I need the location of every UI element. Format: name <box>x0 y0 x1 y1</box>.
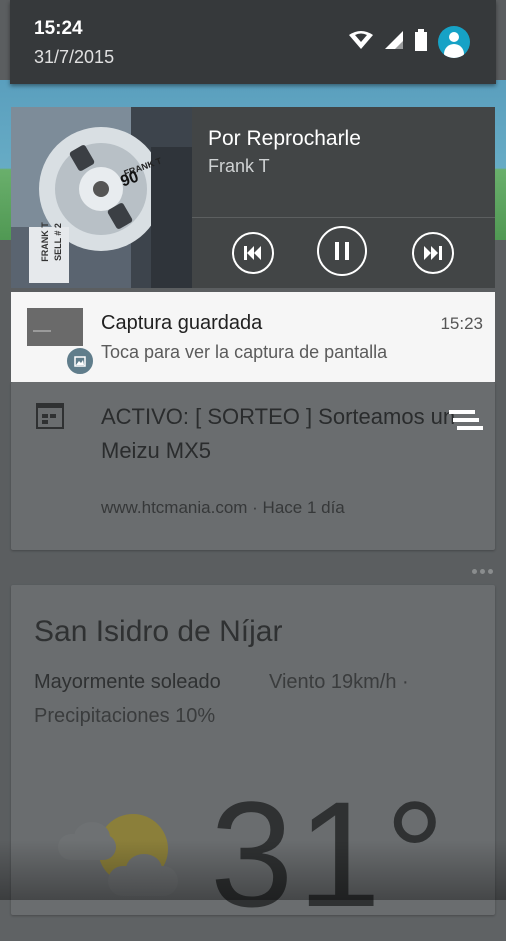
status-time: 15:24 <box>34 18 83 39</box>
album-art-text: SELL # 2 <box>52 223 63 261</box>
user-avatar-icon[interactable] <box>438 26 470 58</box>
battery-icon <box>414 28 428 56</box>
previous-icon[interactable] <box>232 232 274 274</box>
calendar-icon <box>36 403 64 429</box>
overflow-list-icon[interactable] <box>449 408 483 434</box>
album-art: FRANK T 90 FRANK T SELL # 2 <box>11 107 192 288</box>
album-art-text: FRANK T <box>39 222 50 262</box>
wifi-icon <box>348 30 374 55</box>
notification-title: Captura guardada <box>101 312 263 334</box>
screenshot-notification[interactable]: Captura guardada 15:23 Toca para ver la … <box>11 292 495 382</box>
notification-time: 15:23 <box>440 314 483 333</box>
weather-wind: Viento 19km/h · <box>269 671 409 693</box>
bottom-shade <box>0 840 506 900</box>
status-bar: 15:24 31/7/2015 <box>10 0 496 84</box>
weather-precipitation: Precipitaciones 10% <box>34 705 216 727</box>
pause-icon[interactable] <box>317 226 367 276</box>
signal-icon <box>384 30 404 55</box>
status-icons <box>348 26 470 58</box>
divider <box>192 217 495 218</box>
screenshot-thumbnail <box>27 308 83 346</box>
media-notification[interactable]: FRANK T 90 FRANK T SELL # 2 Por Reprocha… <box>11 107 495 288</box>
news-source: www.htcmania.com · Hace 1 día <box>101 498 345 517</box>
notification-text: Toca para ver la captura de pantalla <box>101 342 388 362</box>
weather-city: San Isidro de Níjar <box>34 615 283 648</box>
more-options-icon[interactable] <box>472 569 496 575</box>
next-icon[interactable] <box>412 232 454 274</box>
status-date[interactable]: 31/7/2015 <box>34 47 114 68</box>
artist-name: Frank T <box>208 156 270 176</box>
song-title: Por Reprocharle <box>208 127 361 150</box>
image-icon <box>65 346 95 376</box>
weather-condition: Mayormente soleado <box>34 671 221 693</box>
news-headline: ACTIVO: [ SORTEO ] Sorteamos un Meizu MX… <box>101 404 456 463</box>
